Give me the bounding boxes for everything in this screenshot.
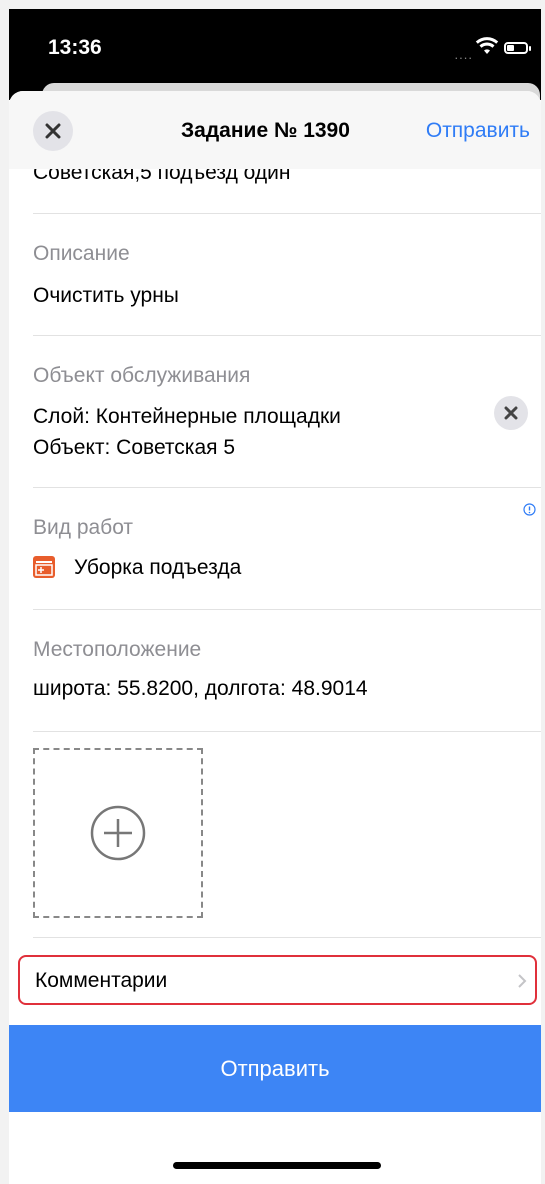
page-title: Задание № 1390 <box>181 119 350 142</box>
divider <box>33 487 541 488</box>
add-photo-icon <box>90 805 146 861</box>
status-bar: 13:36 .... <box>9 9 541 123</box>
clear-object-button[interactable] <box>494 396 528 430</box>
divider <box>33 335 541 336</box>
description-label: Описание <box>33 242 130 265</box>
work-type-icon <box>33 556 55 578</box>
submit-label: Отправить <box>220 1055 330 1081</box>
signal-icon: .... <box>454 47 473 62</box>
frame-top <box>0 0 545 9</box>
chevron-right-icon <box>518 974 527 988</box>
frame-right <box>541 0 545 1184</box>
close-icon <box>45 123 61 139</box>
work-type-value[interactable]: Уборка подъезда <box>74 552 241 583</box>
service-object-layer[interactable]: Слой: Контейнерные площадки <box>33 401 341 432</box>
add-photo-button[interactable] <box>33 748 203 918</box>
wifi-icon <box>475 37 499 54</box>
frame-left <box>0 0 9 1184</box>
nav-bar: Задание № 1390 Отправить <box>9 91 541 169</box>
work-type-label: Вид работ <box>33 516 134 539</box>
home-indicator <box>173 1162 381 1169</box>
divider <box>33 609 541 610</box>
submit-button[interactable]: Отправить <box>9 1025 541 1112</box>
status-time: 13:36 <box>48 36 102 59</box>
battery-icon <box>504 42 531 54</box>
divider <box>33 731 541 732</box>
service-object-name[interactable]: Объект: Советская 5 <box>33 432 235 463</box>
comments-label: Комментарии <box>35 969 168 992</box>
task-sheet: Задание № 1390 Отправить Советская,5 под… <box>9 91 541 1184</box>
info-icon[interactable] <box>523 503 536 516</box>
send-button-top[interactable]: Отправить <box>426 119 530 143</box>
clear-icon <box>504 406 518 420</box>
comments-row[interactable]: Комментарии <box>18 955 537 1005</box>
close-button[interactable] <box>33 111 73 151</box>
location-label: Местоположение <box>33 638 202 661</box>
description-value[interactable]: Очистить урны <box>33 280 179 311</box>
location-value: широта: 55.8200, долгота: 48.9014 <box>33 677 368 700</box>
service-object-label: Объект обслуживания <box>33 364 251 387</box>
divider <box>33 213 541 214</box>
divider <box>33 937 541 938</box>
